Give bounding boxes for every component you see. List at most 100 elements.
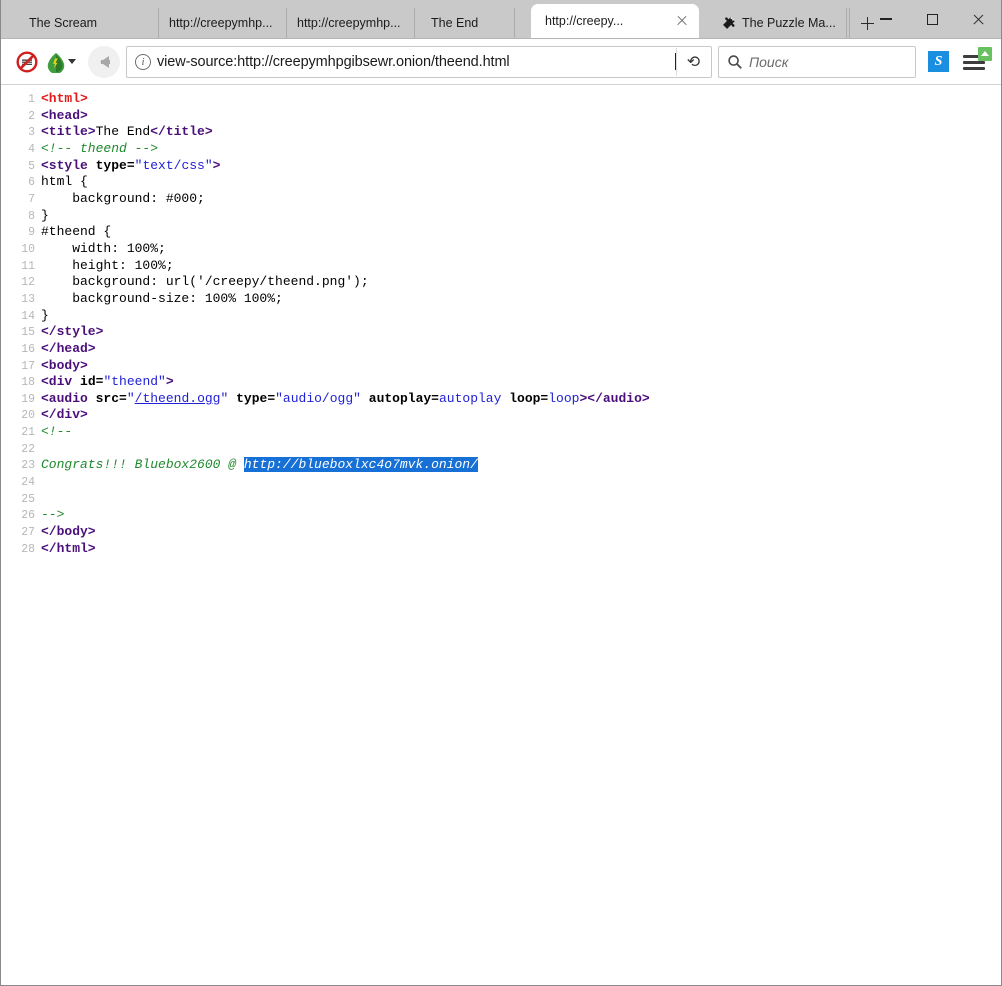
- code-tag: </body>: [41, 524, 96, 539]
- search-icon: [727, 54, 743, 70]
- navigation-toolbar: i view-source:http://creepymhpgibsewr.on…: [1, 39, 1001, 85]
- code-line: 15</style>: [1, 324, 1001, 341]
- tab-label: http://creepy...: [545, 14, 623, 28]
- code-comment: Congrats!!! Bluebox2600 @: [41, 457, 244, 472]
- code-text: </body>: [41, 524, 1001, 540]
- update-available-badge[interactable]: [978, 47, 992, 61]
- address-bar[interactable]: i view-source:http://creepymhpgibsewr.on…: [126, 46, 712, 78]
- line-number: 17: [1, 359, 41, 375]
- code-tag: >: [213, 158, 221, 173]
- code-line: 4<!-- theend -->: [1, 141, 1001, 158]
- code-line: 3<title>The End</title>: [1, 124, 1001, 141]
- code-tag-invalid: <html>: [41, 91, 88, 106]
- close-window-button[interactable]: [955, 4, 1001, 34]
- code-line: 7 background: #000;: [1, 191, 1001, 208]
- code-token: The End: [96, 124, 151, 139]
- tab-the-puzzle-master[interactable]: The Puzzle Ma...: [715, 8, 847, 38]
- search-input[interactable]: Поиск: [749, 54, 788, 70]
- tab-label: http://creepymhp...: [297, 16, 401, 30]
- back-arrow-icon: [100, 56, 109, 68]
- code-tag: </title>: [150, 124, 212, 139]
- noscript-icon[interactable]: [15, 50, 39, 74]
- code-line: 19<audio src="/theend.ogg" type="audio/o…: [1, 391, 1001, 408]
- line-number: 4: [1, 142, 41, 158]
- code-text: </div>: [41, 407, 1001, 423]
- line-number: 19: [1, 392, 41, 408]
- window-controls: [863, 0, 1001, 38]
- tab-the-end[interactable]: The End: [415, 8, 515, 38]
- line-number: 2: [1, 109, 41, 125]
- line-number: 23: [1, 458, 41, 474]
- code-line: 21<!--: [1, 424, 1001, 441]
- url-text[interactable]: view-source:http://creepymhpgibsewr.onio…: [157, 54, 675, 70]
- code-attr-value: "theend": [103, 374, 165, 389]
- line-number: 20: [1, 408, 41, 424]
- code-line: 10 width: 100%;: [1, 241, 1001, 258]
- code-attr-name: type=: [96, 158, 135, 173]
- search-bar[interactable]: Поиск: [718, 46, 916, 78]
- code-text: #theend {: [41, 224, 1001, 240]
- source-link[interactable]: /theend.ogg: [135, 391, 221, 406]
- code-line: 12 background: url('/creepy/theend.png')…: [1, 274, 1001, 291]
- code-line: 23Congrats!!! Bluebox2600 @ http://blueb…: [1, 457, 1001, 474]
- code-line: 6html {: [1, 174, 1001, 191]
- code-text: [41, 441, 1001, 457]
- titlebar: The Scream http://creepymhp... http://cr…: [1, 0, 1001, 39]
- hamburger-menu-icon[interactable]: [961, 49, 989, 75]
- code-tag: </html>: [41, 541, 96, 556]
- tab-the-scream[interactable]: The Scream: [9, 8, 159, 38]
- line-number: 24: [1, 475, 41, 491]
- maximize-icon: [927, 14, 938, 25]
- code-attr-name: loop=: [509, 391, 548, 406]
- line-number: 6: [1, 175, 41, 191]
- minimize-button[interactable]: [863, 4, 909, 34]
- menu-line: [963, 67, 985, 70]
- code-attr-value: ": [127, 391, 135, 406]
- code-text: </html>: [41, 541, 1001, 557]
- close-icon[interactable]: [673, 12, 691, 30]
- code-token: background-size: 100% 100%;: [41, 291, 283, 306]
- code-attr-name: id=: [80, 374, 103, 389]
- tab-creepymhp-2[interactable]: http://creepymhp...: [287, 8, 415, 38]
- code-attr-name: autoplay=: [369, 391, 439, 406]
- reload-button[interactable]: ⟳: [676, 48, 711, 76]
- code-tag: </audio>: [587, 391, 649, 406]
- line-number: 26: [1, 508, 41, 524]
- code-tag: </head>: [41, 341, 96, 356]
- line-number: 28: [1, 542, 41, 558]
- maximize-button[interactable]: [909, 4, 955, 34]
- code-token: [88, 391, 96, 406]
- back-button[interactable]: [88, 46, 120, 78]
- line-number: 21: [1, 425, 41, 441]
- code-text: background: #000;: [41, 191, 1001, 207]
- info-icon[interactable]: i: [135, 54, 151, 70]
- chevron-down-icon[interactable]: [68, 59, 76, 64]
- line-number: 1: [1, 92, 41, 108]
- code-attr-value: loop: [548, 391, 579, 406]
- code-text: <div id="theend">: [41, 374, 1001, 390]
- selected-url[interactable]: http://blueboxlxc4o7mvk.onion/: [244, 457, 478, 472]
- view-source-content[interactable]: 1<html>2<head>3<title>The End</title>4<!…: [1, 85, 1001, 985]
- code-line: 27</body>: [1, 524, 1001, 541]
- code-text: <!-- theend -->: [41, 141, 1001, 157]
- skype-icon[interactable]: S: [928, 51, 949, 72]
- code-attr-value: autoplay: [439, 391, 501, 406]
- code-token: background: url('/creepy/theend.png');: [41, 274, 369, 289]
- code-line: 13 background-size: 100% 100%;: [1, 291, 1001, 308]
- code-token: height: 100%;: [41, 258, 174, 273]
- code-line: 18<div id="theend">: [1, 374, 1001, 391]
- line-number: 22: [1, 442, 41, 458]
- code-tag: <div: [41, 374, 72, 389]
- line-number: 9: [1, 225, 41, 241]
- code-text: <body>: [41, 358, 1001, 374]
- code-comment: -->: [41, 507, 64, 522]
- code-text: [41, 491, 1001, 507]
- code-line: 20</div>: [1, 407, 1001, 424]
- code-line: 26-->: [1, 507, 1001, 524]
- line-number: 14: [1, 309, 41, 325]
- line-number: 18: [1, 375, 41, 391]
- tor-onion-icon[interactable]: [45, 51, 67, 73]
- close-icon: [972, 13, 985, 26]
- tab-creepymhp-1[interactable]: http://creepymhp...: [159, 8, 287, 38]
- tab-active-creepy-viewsource[interactable]: http://creepy...: [531, 4, 699, 38]
